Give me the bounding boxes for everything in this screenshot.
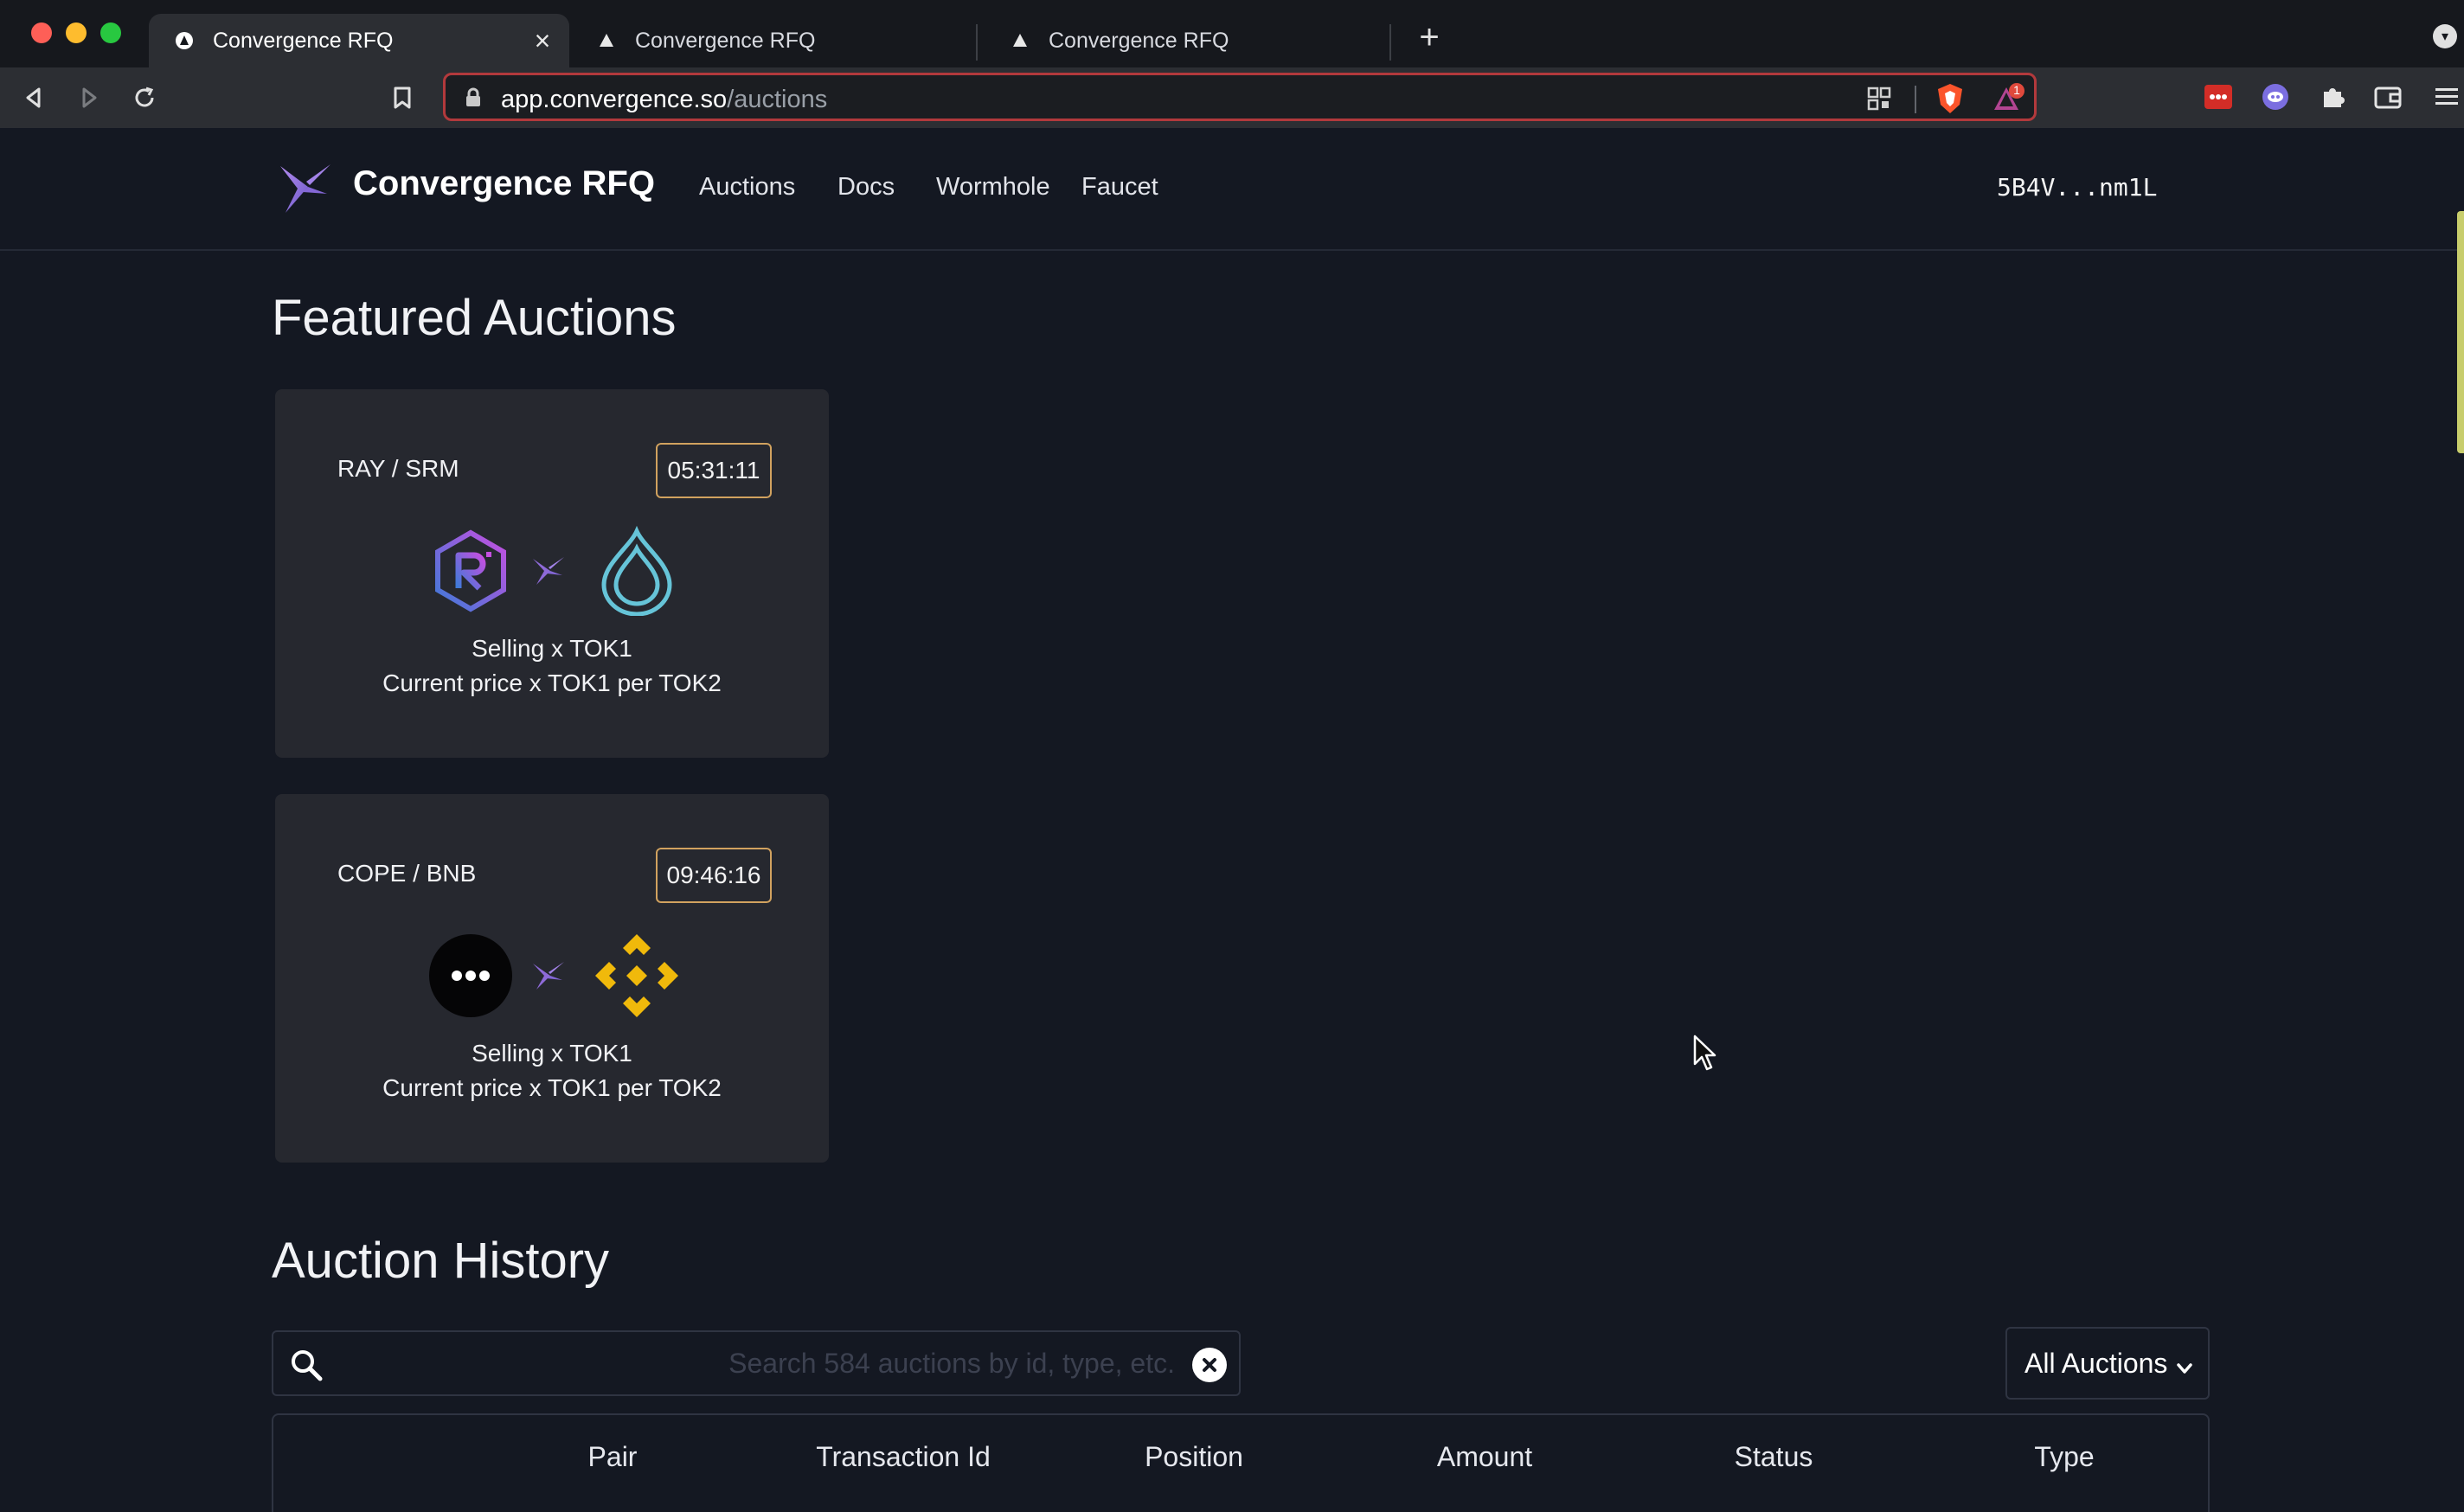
rewards-badge-count: 1 — [2013, 83, 2020, 97]
qr-code-icon[interactable] — [1866, 86, 1892, 116]
site-favicon-icon — [175, 31, 194, 50]
browser-tab-2[interactable]: Convergence RFQ — [571, 14, 978, 67]
url-text: app.convergence.so/auctions — [501, 86, 827, 114]
tab-title: Convergence RFQ — [1049, 28, 1229, 53]
address-bar[interactable]: app.convergence.so/auctions 1 — [443, 73, 2037, 121]
column-header-position[interactable]: Position — [1145, 1441, 1243, 1473]
browser-menu-icon[interactable] — [2431, 81, 2462, 112]
nav-docs[interactable]: Docs — [837, 173, 895, 202]
tab-divider — [1389, 24, 1391, 61]
app-header: Convergence RFQ Auctions Docs Wormhole F… — [0, 128, 2464, 251]
cope-icon — [426, 931, 516, 1021]
reload-button[interactable] — [126, 80, 163, 116]
nav-auctions[interactable]: Auctions — [699, 173, 795, 202]
pair-cross-icon — [531, 958, 566, 993]
auction-search — [272, 1330, 1241, 1396]
tab-title: Convergence RFQ — [635, 28, 816, 53]
coin-pair-row — [275, 525, 829, 617]
forward-button[interactable] — [71, 80, 107, 116]
url-host: app.convergence.so — [501, 86, 728, 113]
extension-phantom-icon[interactable] — [2260, 81, 2291, 112]
column-header-amount[interactable]: Amount — [1437, 1441, 1532, 1473]
close-tab-icon[interactable]: × — [528, 26, 557, 55]
auction-pair: RAY / SRM — [337, 455, 459, 482]
auction-pair: COPE / BNB — [337, 860, 477, 887]
auction-timer: 09:46:16 — [656, 848, 772, 903]
wallet-icon[interactable] — [2372, 81, 2403, 112]
site-favicon-icon — [1011, 31, 1030, 50]
extension-lastpass-icon[interactable] — [2203, 81, 2234, 112]
tab-divider — [976, 24, 978, 61]
raydium-icon — [426, 526, 516, 616]
column-header-status[interactable]: Status — [1735, 1441, 1813, 1473]
bookmark-icon[interactable] — [384, 80, 420, 116]
extensions-puzzle-icon[interactable] — [2317, 81, 2348, 112]
auction-selling: Selling x TOK1 — [472, 1040, 632, 1067]
nav-wormhole[interactable]: Wormhole — [936, 173, 1050, 202]
auction-card[interactable]: RAY / SRM 05:31:11 Selling x TOK1 Curren… — [275, 389, 829, 758]
bnb-icon — [592, 931, 682, 1021]
lock-icon — [465, 87, 482, 112]
featured-auctions-title: Featured Auctions — [272, 290, 677, 346]
auction-selling: Selling x TOK1 — [472, 635, 632, 662]
auction-timer: 05:31:11 — [656, 443, 772, 498]
auction-card[interactable]: COPE / BNB 09:46:16 Selling x TOK1 Curre… — [275, 794, 829, 1163]
new-tab-button[interactable]: + — [1412, 17, 1447, 59]
site-favicon-icon — [597, 31, 616, 50]
close-window-button[interactable] — [31, 22, 52, 43]
auction-history-title: Auction History — [272, 1233, 610, 1289]
search-input[interactable] — [330, 1341, 1196, 1386]
serum-icon — [592, 525, 682, 617]
clear-search-icon[interactable] — [1192, 1348, 1227, 1382]
search-icon — [287, 1346, 325, 1384]
back-button[interactable] — [16, 80, 52, 116]
browser-tab-bar: Convergence RFQ × Convergence RFQ Conver… — [0, 0, 2464, 67]
browser-tab-3[interactable]: Convergence RFQ — [985, 14, 1391, 67]
nav-faucet[interactable]: Faucet — [1081, 173, 1158, 202]
pair-cross-icon — [531, 554, 566, 588]
address-bar-divider — [1915, 86, 1916, 113]
filter-value: All Auctions — [2024, 1347, 2168, 1379]
auction-current-price: Current price x TOK1 per TOK2 — [382, 670, 722, 696]
scrollbar-thumb[interactable] — [2457, 211, 2464, 453]
auction-current-price: Current price x TOK1 per TOK2 — [382, 1074, 722, 1101]
column-header-transaction-id[interactable]: Transaction Id — [816, 1441, 991, 1473]
minimize-window-button[interactable] — [66, 22, 87, 43]
zoom-window-button[interactable] — [100, 22, 121, 43]
column-header-type[interactable]: Type — [2034, 1441, 2094, 1473]
mouse-cursor-icon — [1692, 1035, 1716, 1073]
tab-search-icon[interactable]: ▾ — [2433, 24, 2457, 48]
tab-title: Convergence RFQ — [213, 28, 394, 53]
convergence-logo-icon[interactable] — [277, 159, 334, 216]
brave-shields-icon[interactable] — [1935, 82, 1965, 119]
wallet-address-button[interactable]: 5B4V...nm1L — [1997, 173, 2157, 202]
browser-toolbar: app.convergence.so/auctions 1 — [0, 67, 2464, 128]
browser-tab-1[interactable]: Convergence RFQ × — [149, 14, 569, 67]
column-header-pair[interactable]: Pair — [588, 1441, 638, 1473]
brand-name[interactable]: Convergence RFQ — [353, 164, 655, 203]
brave-rewards-icon[interactable]: 1 — [1991, 82, 2025, 121]
url-path: /auctions — [727, 86, 828, 113]
auction-history-table: Pair Transaction Id Position Amount Stat… — [272, 1413, 2210, 1512]
auction-filter-select[interactable]: All Auctions — [2005, 1327, 2210, 1400]
chevron-down-icon — [2175, 1353, 2194, 1374]
coin-pair-row — [275, 931, 829, 1021]
